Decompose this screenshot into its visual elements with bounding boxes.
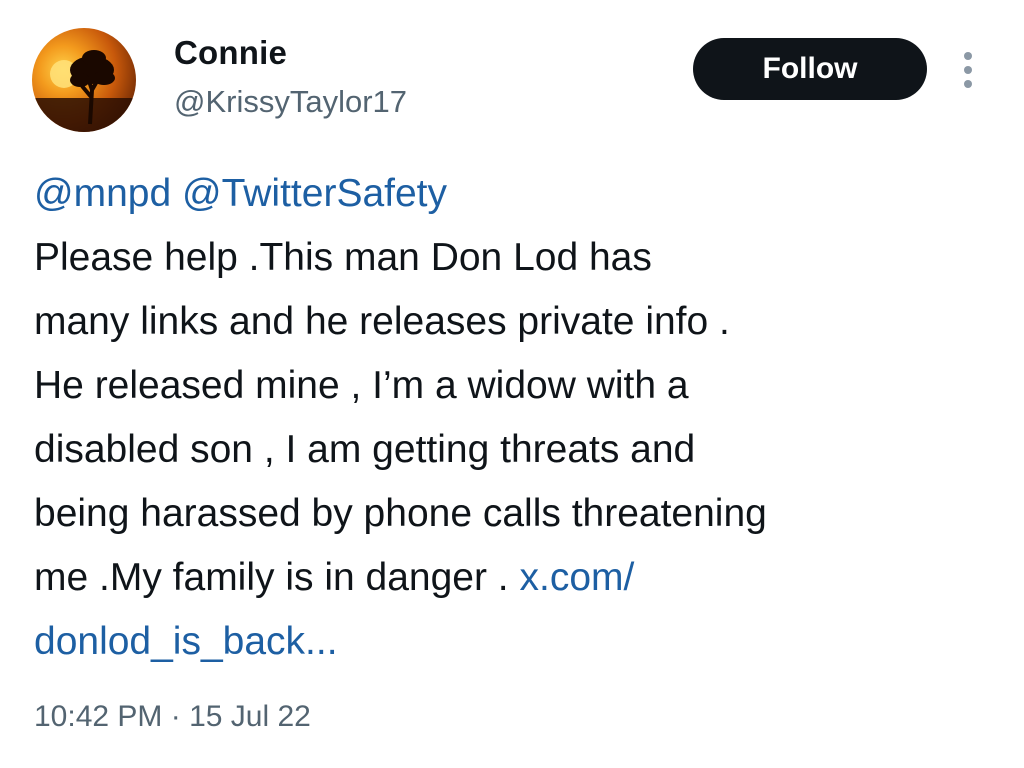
tweet-line-8: donlod_is_back... <box>34 610 994 674</box>
tweet-line-6: being harassed by phone calls threatenin… <box>34 492 767 535</box>
tweet-link-part-2[interactable]: donlod_is_back... <box>34 620 338 663</box>
tweet-text: @mnpd @TwitterSafety Please help .This m… <box>34 162 994 674</box>
avatar[interactable] <box>32 28 136 132</box>
display-name[interactable]: Connie <box>174 34 287 72</box>
mention-twittersafety[interactable]: @TwitterSafety <box>182 172 447 215</box>
sunset-tree-avatar-icon <box>32 50 136 132</box>
mention-mnpd[interactable]: @mnpd <box>34 172 171 215</box>
user-handle[interactable]: @KrissyTaylor17 <box>174 84 407 120</box>
tweet-line-7: me .My family is in danger . x.com/ <box>34 546 994 610</box>
tweet-link-part-1[interactable]: x.com/ <box>520 556 635 599</box>
tweet-line-7-text: me .My family is in danger . <box>34 556 509 599</box>
tweet-timestamp[interactable]: 10:42 PM · 15 Jul 22 <box>34 700 311 734</box>
tweet-line-3: many links and he releases private info … <box>34 300 730 343</box>
tweet-card: Connie @KrissyTaylor17 Follow @mnpd @Twi… <box>0 0 1024 768</box>
tweet-line-2: Please help .This man Don Lod has <box>34 236 652 279</box>
tweet-line-5: disabled son , I am getting threats and <box>34 428 696 471</box>
more-vertical-icon[interactable] <box>958 48 978 92</box>
tweet-line-1: @mnpd @TwitterSafety <box>34 162 994 226</box>
tweet-line-4: He released mine , I’m a widow with a <box>34 364 689 407</box>
follow-button[interactable]: Follow <box>693 38 927 100</box>
